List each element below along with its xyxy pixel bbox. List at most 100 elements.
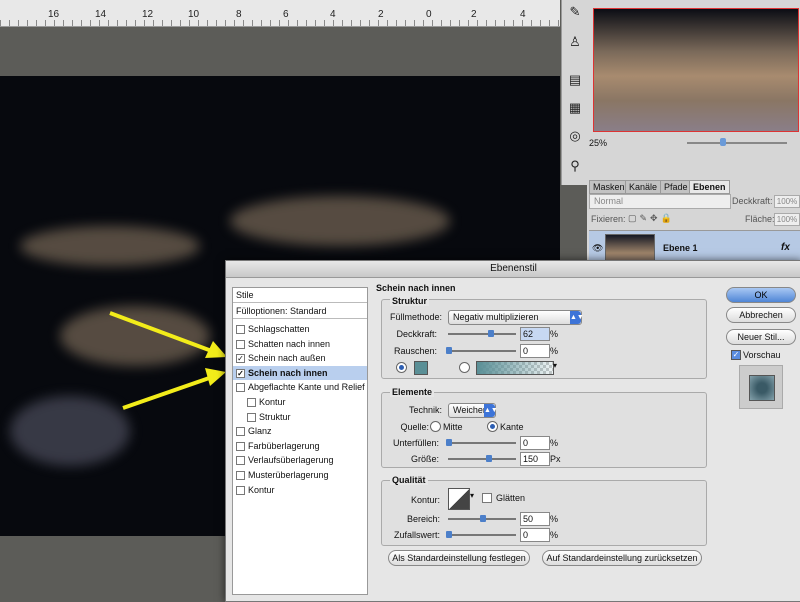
navigator-icon[interactable]: ◎	[565, 126, 585, 146]
ok-button[interactable]: OK	[726, 287, 796, 303]
style-checkbox[interactable]	[247, 412, 256, 422]
histogram-icon[interactable]: ▤	[565, 70, 585, 90]
contour-dropdown-icon[interactable]: ▾	[470, 491, 474, 500]
zoom-slider-knob[interactable]	[720, 138, 726, 146]
preview-checkbox[interactable]: ✓	[731, 350, 741, 360]
style-item[interactable]: Schatten nach innen	[233, 337, 367, 351]
style-item[interactable]: ✓ Schein nach außen	[233, 351, 367, 365]
style-checkbox[interactable]	[236, 441, 245, 451]
opacity-slider[interactable]	[448, 333, 516, 335]
color-radio[interactable]	[396, 362, 407, 373]
layer-name[interactable]: Ebene 1	[663, 243, 698, 253]
style-item[interactable]: Kontur	[233, 395, 367, 409]
blending-options[interactable]: Fülloptionen: Standard	[233, 304, 367, 319]
lock-icons[interactable]: ▢✎✥🔒	[628, 213, 675, 224]
style-item[interactable]: Verlaufsüberlagerung	[233, 453, 367, 467]
style-item-label: Schatten nach innen	[248, 338, 331, 349]
clone-icon[interactable]: ♙	[565, 32, 585, 52]
style-item[interactable]: Musterüberlagerung	[233, 468, 367, 482]
ruler-tick: 12	[142, 9, 154, 20]
source-edge-radio[interactable]	[487, 421, 498, 432]
ruler-tick: 0	[426, 9, 432, 20]
noise-field[interactable]: 0	[520, 344, 550, 358]
opacity-slider-knob[interactable]	[488, 330, 495, 337]
choke-slider-knob[interactable]	[446, 439, 452, 446]
opacity-field[interactable]: 100%	[774, 195, 800, 208]
style-checkbox[interactable]: ✓	[236, 368, 245, 378]
style-item[interactable]: Glanz	[233, 424, 367, 438]
navigator-thumbnail[interactable]	[593, 8, 799, 132]
chevron-down-icon: ▲▼	[570, 311, 584, 324]
tab-channels[interactable]: Kanäle	[625, 180, 662, 194]
style-checkbox[interactable]	[247, 398, 256, 407]
brush-icon[interactable]: ✎	[565, 2, 585, 22]
gradient-swatch[interactable]	[476, 361, 554, 375]
range-field[interactable]: 50	[520, 512, 550, 526]
gradient-dropdown-icon[interactable]: ▾	[553, 361, 557, 370]
tab-layers[interactable]: Ebenen	[689, 180, 730, 194]
jitter-slider-knob[interactable]	[446, 531, 452, 538]
layer-blend-mode-select[interactable]: Normal	[589, 194, 731, 209]
style-item-label: Musterüberlagerung	[248, 470, 329, 480]
style-checkbox[interactable]: ✓	[236, 354, 245, 364]
style-checkbox[interactable]	[236, 485, 245, 495]
reset-default-button[interactable]: Auf Standardeinstellung zurücksetzen	[542, 550, 702, 566]
info-icon[interactable]: ▦	[565, 98, 585, 118]
style-item[interactable]: Schlagschatten	[233, 322, 367, 336]
zoom-slider[interactable]	[687, 142, 787, 144]
blend-mode-select[interactable]: Negativ multiplizieren ▲▼	[448, 310, 584, 325]
tab-masks[interactable]: Masken	[589, 180, 629, 194]
styles-header[interactable]: Stile	[233, 288, 367, 303]
ruler-tick: 2	[378, 9, 384, 20]
jitter-field[interactable]: 0	[520, 528, 550, 542]
range-slider-knob[interactable]	[480, 515, 486, 522]
choke-field[interactable]: 0	[520, 436, 550, 450]
style-item[interactable]: Abgeflachte Kante und Relief	[233, 380, 367, 394]
pasteboard	[0, 536, 225, 600]
jitter-unit: %	[550, 530, 559, 540]
glow-color-swatch[interactable]	[414, 361, 428, 375]
contour-picker[interactable]	[448, 488, 470, 510]
style-item[interactable]: Farbüberlagerung	[233, 439, 367, 453]
structure-title: Struktur	[390, 296, 430, 306]
cancel-button[interactable]: Abbrechen	[726, 307, 796, 323]
noise-slider[interactable]	[448, 350, 516, 352]
new-style-button[interactable]: Neuer Stil...	[726, 329, 796, 345]
range-label: Bereich:	[406, 514, 440, 524]
quality-group: Qualität Kontur: ▾ Glätten Bereich: 50 %…	[381, 475, 707, 546]
style-item[interactable]: Kontur	[233, 483, 367, 497]
gradient-radio[interactable]	[459, 362, 470, 373]
technique-select[interactable]: Weicher ▲▼	[448, 403, 498, 418]
opacity-field[interactable]: 62	[520, 327, 550, 341]
style-checkbox[interactable]	[236, 383, 245, 393]
style-checkbox[interactable]	[236, 471, 245, 480]
source-edge-label: Kante	[500, 422, 524, 432]
source-label: Quelle:	[400, 422, 429, 432]
source-center-radio[interactable]	[430, 421, 441, 432]
size-field[interactable]: 150	[520, 452, 550, 466]
size-slider-knob[interactable]	[486, 455, 492, 462]
noise-slider-knob[interactable]	[446, 347, 452, 354]
fill-field[interactable]: 100%	[774, 213, 800, 226]
paths-icon[interactable]: ⚲	[565, 156, 585, 176]
style-checkbox[interactable]	[236, 456, 245, 466]
fx-icon[interactable]: fx	[781, 242, 790, 253]
size-slider[interactable]	[448, 458, 516, 460]
style-item[interactable]: ✓ Schein nach innen	[233, 365, 367, 380]
jitter-slider[interactable]	[448, 534, 516, 536]
panel-dock-icons: ✎ ♙ ▤ ▦ ◎ ⚲	[561, 0, 589, 185]
style-item-label: Abgeflachte Kante und Relief	[248, 382, 365, 393]
style-checkbox[interactable]	[236, 325, 245, 334]
style-checkbox[interactable]	[236, 427, 245, 437]
ruler-tick: 4	[330, 9, 336, 20]
style-checkbox[interactable]	[236, 339, 245, 349]
section-title: Schein nach innen	[376, 283, 456, 293]
tab-paths[interactable]: Pfade	[660, 180, 692, 194]
style-item[interactable]: Struktur	[233, 410, 367, 424]
opacity-label: Deckkraft:	[396, 329, 437, 339]
choke-slider[interactable]	[448, 442, 516, 444]
antialias-checkbox[interactable]	[482, 493, 492, 503]
zoom-level[interactable]: 25%	[589, 138, 607, 148]
eye-icon[interactable]: 👁	[592, 243, 603, 254]
make-default-button[interactable]: Als Standardeinstellung festlegen	[388, 550, 530, 566]
